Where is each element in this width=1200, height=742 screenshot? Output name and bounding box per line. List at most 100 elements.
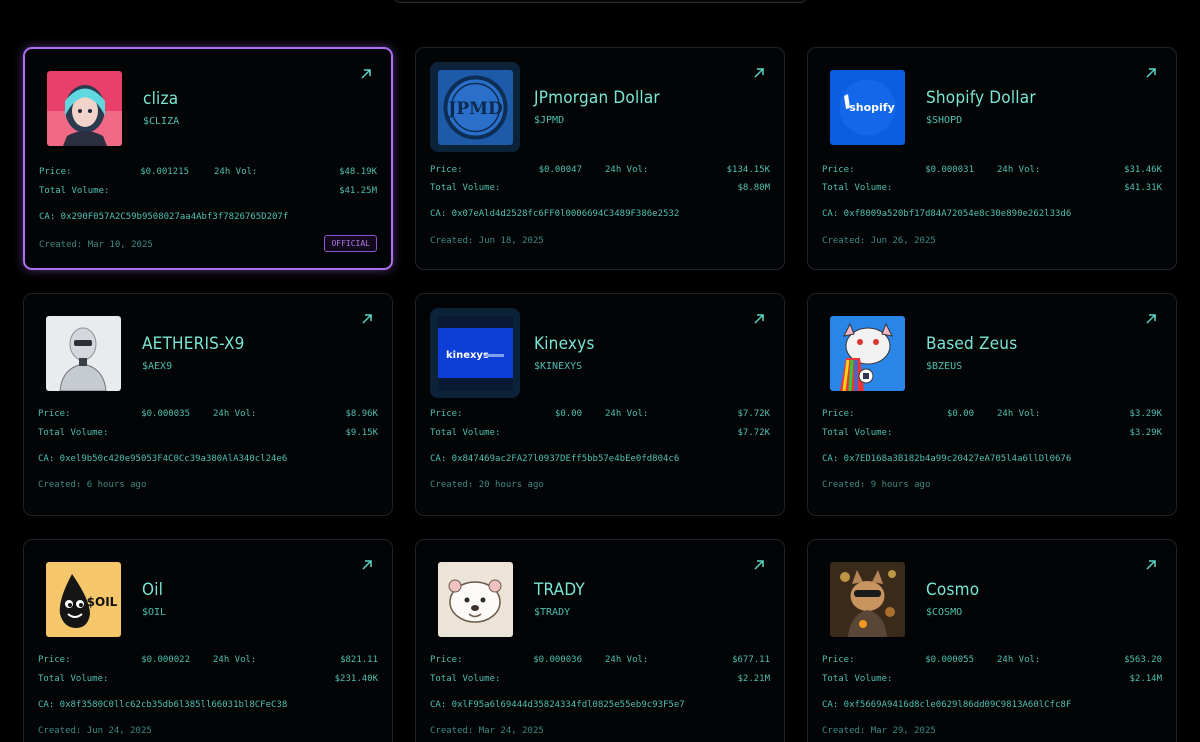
total-value: $8.80M	[737, 183, 770, 193]
total-label: Total Volume:	[38, 674, 109, 684]
token-name[interactable]: JPmorgan Dollar	[534, 88, 660, 108]
vol-value: $3.29K	[1129, 409, 1162, 419]
arrow-up-right-icon[interactable]	[752, 312, 766, 326]
contract-address[interactable]: CA: 0x290F057A2C59b9508027aa4Abf3f782676…	[39, 212, 288, 222]
created-date: Created: Jun 26, 2025	[822, 236, 936, 246]
token-ticker: $CLIZA	[143, 116, 180, 127]
token-ticker: $AEX9	[142, 361, 173, 372]
token-name[interactable]: Kinexys	[534, 334, 595, 354]
jpmd-logo-text: JPMD	[446, 99, 503, 119]
token-logo	[830, 316, 905, 391]
total-label: Total Volume:	[822, 428, 893, 438]
token-name[interactable]: AETHERIS-X9	[142, 334, 245, 354]
token-ticker: $OIL	[142, 607, 167, 618]
token-logo	[47, 71, 122, 146]
price-value: $0.000036	[533, 655, 582, 665]
token-grid: cliza $CLIZA Price: $0.001215 24h Vol: $…	[23, 47, 1177, 742]
vol-label: 24h Vol:	[997, 409, 1041, 419]
token-logo	[46, 316, 121, 391]
arrow-up-right-icon[interactable]	[1144, 312, 1158, 326]
token-card-bzeus[interactable]: Based Zeus $BZEUS Price: $0.00 24h Vol: …	[807, 293, 1177, 516]
token-logo	[438, 562, 513, 637]
price-label: Price:	[430, 165, 463, 175]
vol-value: $821.11	[340, 655, 378, 665]
token-card-oil[interactable]: $OIL Oil $OIL Price: $0.000022 24h Vol: …	[23, 539, 393, 742]
token-card-aex9[interactable]: AETHERIS-X9 $AEX9 Price: $0.000035 24h V…	[23, 293, 393, 516]
price-value: $0.000035	[141, 409, 190, 419]
vol-label: 24h Vol:	[605, 165, 649, 175]
vol-value: $8.96K	[345, 409, 378, 419]
price-value: $0.00	[554, 409, 582, 419]
vol-value: $563.20	[1124, 655, 1162, 665]
total-label: Total Volume:	[430, 428, 501, 438]
price-label: Price:	[430, 655, 463, 665]
total-value: $3.29K	[1129, 428, 1162, 438]
token-name[interactable]: TRADY	[534, 580, 585, 600]
token-card-jpmd[interactable]: JPMD JPmorgan Dollar $JPMD Price: $0.000…	[415, 47, 785, 270]
contract-address[interactable]: CA: 0x7ED168a3B182b4a99c20427eA705l4a6ll…	[822, 454, 1071, 464]
token-card-trady[interactable]: TRADY $TRADY Price: $0.000036 24h Vol: $…	[415, 539, 785, 742]
vol-value: $134.15K	[726, 165, 770, 175]
created-date: Created: 20 hours ago	[430, 480, 544, 490]
created-date: Created: Jun 24, 2025	[38, 726, 152, 736]
token-ticker: $SHOPD	[926, 115, 963, 126]
contract-address[interactable]: CA: 0x847469ac2FA27l0937DEff5bb57e4bEe0f…	[430, 454, 679, 464]
total-value: $41.31K	[1124, 183, 1162, 193]
token-ticker: $KINEXYS	[534, 361, 583, 372]
created-date: Created: Jun 18, 2025	[430, 236, 544, 246]
contract-address[interactable]: CA: 0xf8009a520bf17d84A72054e8c30e890e26…	[822, 209, 1071, 219]
token-name[interactable]: Shopify Dollar	[926, 88, 1036, 108]
arrow-up-right-icon[interactable]	[1144, 558, 1158, 572]
oil-logo-text: $OIL	[87, 595, 118, 609]
arrow-up-right-icon[interactable]	[360, 312, 374, 326]
total-value: $2.14M	[1129, 674, 1162, 684]
token-logo: shopify	[830, 70, 905, 145]
arrow-up-right-icon[interactable]	[752, 66, 766, 80]
contract-address[interactable]: CA: 0xf5669A9416d8cle0629l86dd09C9813A60…	[822, 700, 1071, 710]
token-name[interactable]: Oil	[142, 580, 163, 600]
total-value: $2.21M	[737, 674, 770, 684]
token-logo: $OIL	[46, 562, 121, 637]
vol-label: 24h Vol:	[214, 167, 258, 177]
token-name[interactable]: cliza	[143, 89, 178, 109]
total-label: Total Volume:	[39, 186, 110, 196]
token-name[interactable]: Cosmo	[926, 580, 979, 600]
total-value: $41.25M	[339, 186, 377, 196]
total-value: $9.15K	[345, 428, 378, 438]
price-label: Price:	[38, 655, 71, 665]
vol-value: $7.72K	[737, 409, 770, 419]
vol-value: $31.46K	[1124, 165, 1162, 175]
price-value: $0.000022	[141, 655, 190, 665]
arrow-up-right-icon[interactable]	[360, 558, 374, 572]
contract-address[interactable]: CA: 0x8f3580C0llc62cb35db6l385ll66031bl8…	[38, 700, 287, 710]
price-value: $0.000055	[925, 655, 974, 665]
search-bar-edge[interactable]	[393, 0, 808, 3]
shopify-logo-text: shopify	[849, 101, 895, 114]
contract-address[interactable]: CA: 0xlF95a6l69444d35824334fdl0825e55eb9…	[430, 700, 685, 710]
token-card-cosmo[interactable]: Cosmo $COSMO Price: $0.000055 24h Vol: $…	[807, 539, 1177, 742]
price-label: Price:	[822, 165, 855, 175]
created-date: Created: 6 hours ago	[38, 480, 147, 490]
token-card-cliza[interactable]: cliza $CLIZA Price: $0.001215 24h Vol: $…	[23, 47, 393, 270]
arrow-up-right-icon[interactable]	[752, 558, 766, 572]
price-label: Price:	[430, 409, 463, 419]
vol-label: 24h Vol:	[213, 655, 257, 665]
token-logo: JPMD	[438, 70, 513, 145]
vol-label: 24h Vol:	[605, 409, 649, 419]
arrow-up-right-icon[interactable]	[1144, 66, 1158, 80]
token-ticker: $JPMD	[534, 115, 565, 126]
token-logo	[830, 562, 905, 637]
price-value: $0.000031	[925, 165, 974, 175]
token-logo: kinexys	[438, 316, 513, 391]
token-card-shopd[interactable]: shopify Shopify Dollar $SHOPD Price: $0.…	[807, 47, 1177, 270]
vol-label: 24h Vol:	[213, 409, 257, 419]
vol-value: $677.11	[732, 655, 770, 665]
token-card-kinexys[interactable]: kinexys Kinexys $KINEXYS Price: $0.00 24…	[415, 293, 785, 516]
arrow-up-right-icon[interactable]	[359, 67, 373, 81]
contract-address[interactable]: CA: 0xel9b50c420e95053F4C0Cc39a380AlA340…	[38, 454, 287, 464]
price-label: Price:	[39, 167, 72, 177]
price-value: $0.001215	[140, 167, 189, 177]
total-label: Total Volume:	[430, 674, 501, 684]
token-name[interactable]: Based Zeus	[926, 334, 1017, 354]
contract-address[interactable]: CA: 0x07eAld4d2528fc6FF0l0006694C3489F38…	[430, 209, 679, 219]
